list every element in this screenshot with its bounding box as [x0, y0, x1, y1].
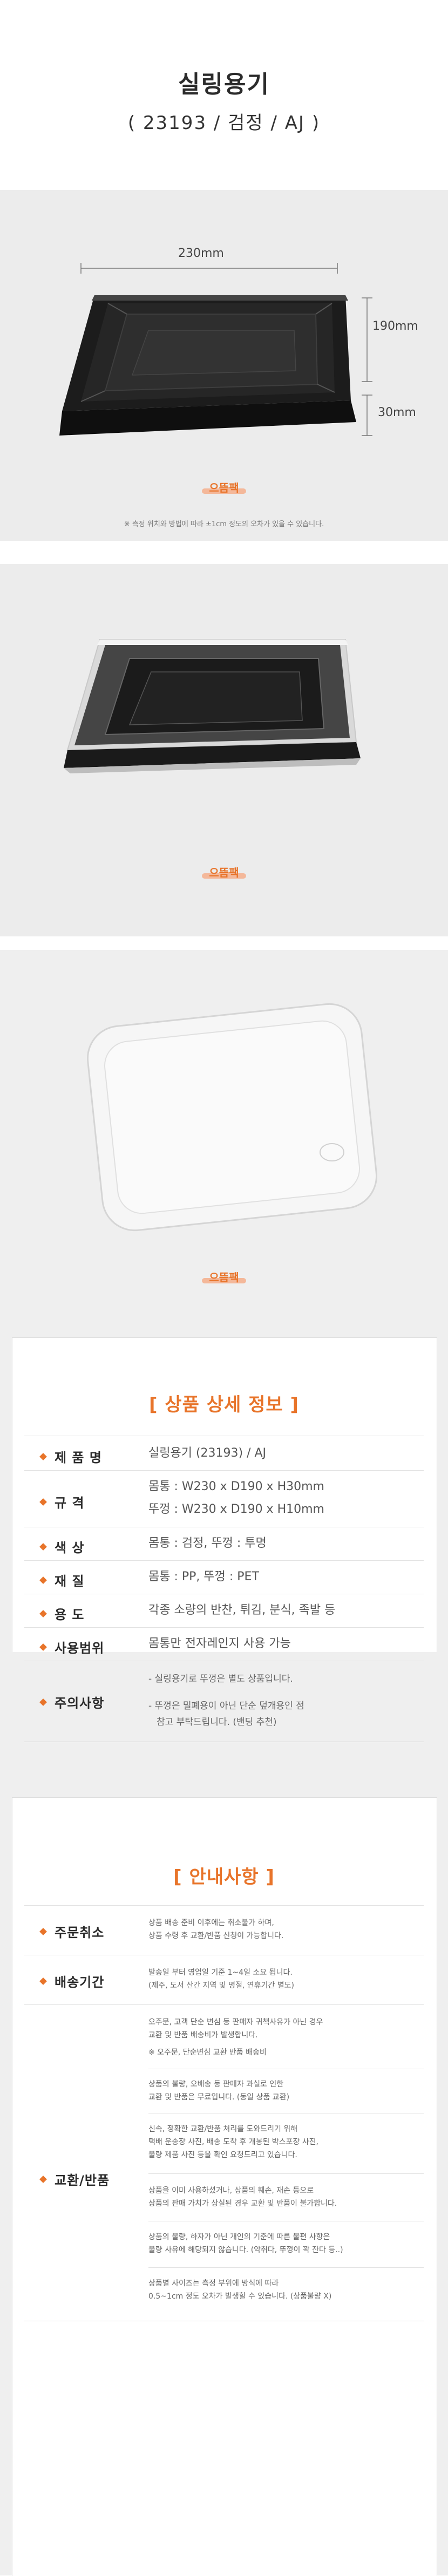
row-label: 교환/반품 [55, 2173, 110, 2188]
row-value-line2: - 뚜껑은 밀폐용이 아닌 단순 덮개용인 점 [148, 1701, 304, 1711]
bullet-icon [39, 1977, 47, 1985]
row-label: 용 도 [55, 1607, 85, 1622]
row-value-line1: 발송일 부터 영업일 기준 1~4일 소요 됩니다. [148, 1968, 293, 1977]
exchange-text: 상품별 사이즈는 측정 부위에 방식에 따라 [148, 2279, 279, 2288]
brand-logo-text: 으뜸팩 [209, 481, 239, 494]
product-photo-tray-with-lid: 으뜸팩 [0, 564, 448, 936]
row-label: 제 품 명 [55, 1450, 102, 1465]
row-label: 주문취소 [55, 1925, 105, 1940]
exchange-text: 교환 및 반품 배송비가 발생합니다. [148, 2031, 258, 2040]
brand-logo: 으뜸팩 [202, 481, 246, 494]
details-row-caution: 주의사항 - 실링용기로 뚜껑은 별도 상품입니다. - 뚜껑은 밀폐용이 아닌… [24, 1661, 424, 1742]
row-value-line1: - 실링용기로 뚜껑은 별도 상품입니다. [148, 1674, 293, 1684]
row-value-body: 몸통 : W230 x D190 x H30mm [148, 1480, 324, 1493]
clear-lid-illustration [86, 1003, 378, 1232]
bullet-icon [39, 2175, 47, 2183]
exchange-text: ※ 오주문, 단순변심 교환 반품 배송비 [148, 2048, 267, 2057]
row-label: 규 격 [55, 1496, 85, 1511]
product-detail-page: 실링용기 ( 23193 / 검정 / AJ ) 230mm 190mm 30m… [0, 0, 448, 2576]
bullet-icon [39, 1542, 47, 1551]
exchange-text: 오주문, 고객 단순 변심 등 판매자 귀책사유가 아닌 경우 [148, 2018, 323, 2027]
row-label: 재 질 [55, 1574, 85, 1589]
exchange-text: 상품의 불량, 오배송 등 판매자 과실로 인한 [148, 2080, 284, 2089]
row-value-lid: 뚜껑 : W230 x D190 x H10mm [148, 1503, 324, 1516]
row-value: 몸통 : 검정, 뚜껑 : 투명 [148, 1537, 267, 1550]
exchange-text: 교환 및 반품은 무료입니다. (동일 상품 교환) [148, 2093, 290, 2102]
details-row-spec: 규 격 몸통 : W230 x D190 x H30mm 뚜껑 : W230 x… [24, 1470, 424, 1527]
exchange-text: 불량 사유에 해당되지 않습니다. (악취다, 뚜껑이 꽉 잔다 등..) [148, 2246, 343, 2254]
exchange-text: 불량 제품 사진 등을 확인 요청드리고 있습니다. [148, 2151, 297, 2159]
exchange-text: 0.5~1cm 정도 오차가 발생할 수 있습니다. (상품불량 X) [148, 2292, 332, 2301]
row-value-line3: 참고 부탁드립니다. (밴딩 추천) [157, 1717, 277, 1728]
notice-title: [ 안내사항 ] [173, 1866, 275, 1888]
product-photo-clear-lid: 으뜸팩 [0, 950, 448, 1322]
exchange-text: 상품의 불량, 하자가 아닌 개인의 기준에 따른 불편 사항은 [148, 2233, 330, 2241]
exchange-text: 택배 운송장 사진, 배송 도착 후 개봉된 박스포장 사진, [148, 2138, 318, 2146]
bullet-icon [39, 1609, 47, 1617]
row-label: 주의사항 [55, 1696, 105, 1711]
exchange-divider [148, 2173, 424, 2174]
bullet-icon [39, 1927, 47, 1935]
details-row-range: 사용범위 몸통만 전자레인지 사용 가능 [24, 1627, 424, 1661]
row-value: 실링용기 (23193) / AJ [148, 1446, 267, 1460]
width-dimension-label: 230mm [178, 247, 224, 260]
row-label: 배송기간 [55, 1975, 105, 1990]
bullet-icon [39, 1643, 47, 1651]
bullet-icon [39, 1498, 47, 1506]
bullet-icon [39, 1452, 47, 1460]
depth-dimension-label: 190mm [372, 320, 418, 333]
row-value: 몸통 : PP, 뚜껑 : PET [148, 1570, 259, 1583]
measurement-note: ※ 측정 위치와 방법에 따라 ±1cm 정도의 오차가 있을 수 있습니다. [124, 520, 324, 528]
details-row-material: 재 질 몸통 : PP, 뚜껑 : PET [24, 1560, 424, 1594]
row-label: 색 상 [55, 1540, 85, 1555]
brand-logo: 으뜸팩 [202, 1271, 246, 1284]
notice-row-exchange: 교환/반품 오주문, 고객 단순 변심 등 판매자 귀책사유가 아닌 경우 교환… [24, 2004, 424, 2351]
exchange-text: 신속, 정확한 교환/반품 처리를 도와드리기 위해 [148, 2125, 298, 2133]
exchange-text: 상품의 판매 가치가 상실된 경우 교환 및 반품이 불가합니다. [148, 2199, 337, 2208]
row-label: 사용범위 [55, 1641, 105, 1656]
row-value: 각종 소량의 반찬, 튀김, 분식, 족발 등 [148, 1603, 336, 1617]
details-row-name: 제 품 명 실링용기 (23193) / AJ [24, 1436, 424, 1471]
brand-logo-text: 으뜸팩 [209, 866, 239, 879]
row-value-line1: 상품 배송 준비 이후에는 취소불가 하며, [148, 1919, 274, 1927]
page-subtitle: ( 23193 / 검정 / AJ ) [127, 112, 321, 134]
notice-row-cancel: 주문취소 상품 배송 준비 이후에는 취소불가 하며, 상품 수령 후 교환/반… [24, 1905, 424, 1955]
product-photo-tray: 230mm 190mm 30mm 으뜸팩 ※ 측정 위치와 방법에 따라 ±1c… [0, 190, 448, 541]
height-dimension-label: 30mm [378, 406, 416, 419]
bullet-icon [39, 1698, 47, 1706]
page-title: 실링용기 [178, 71, 270, 98]
details-row-color: 색 상 몸통 : 검정, 뚜껑 : 투명 [24, 1527, 424, 1561]
bullet-icon [39, 1576, 47, 1584]
details-row-usage: 용 도 각종 소량의 반찬, 튀김, 분식, 족발 등 [24, 1594, 424, 1628]
details-title: [ 상품 상세 정보 ] [148, 1394, 300, 1416]
exchange-divider [148, 2267, 424, 2268]
brand-logo: 으뜸팩 [202, 866, 246, 879]
exchange-text: 상품을 이미 사용하셨거나, 상품의 훼손, 재손 등으로 [148, 2186, 314, 2195]
row-value: 몸통만 전자레인지 사용 가능 [148, 1637, 291, 1650]
notice-row-shipping: 배송기간 발송일 부터 영업일 기준 1~4일 소요 됩니다. (제주, 도서 … [24, 1955, 424, 2005]
brand-logo-text: 으뜸팩 [209, 1271, 239, 1284]
row-value-line2: 상품 수령 후 교환/반품 신청이 가능합니다. [148, 1932, 284, 1940]
row-value-line2: (제주, 도서 산간 지역 및 명절, 연휴기간 별도) [148, 1981, 294, 1990]
